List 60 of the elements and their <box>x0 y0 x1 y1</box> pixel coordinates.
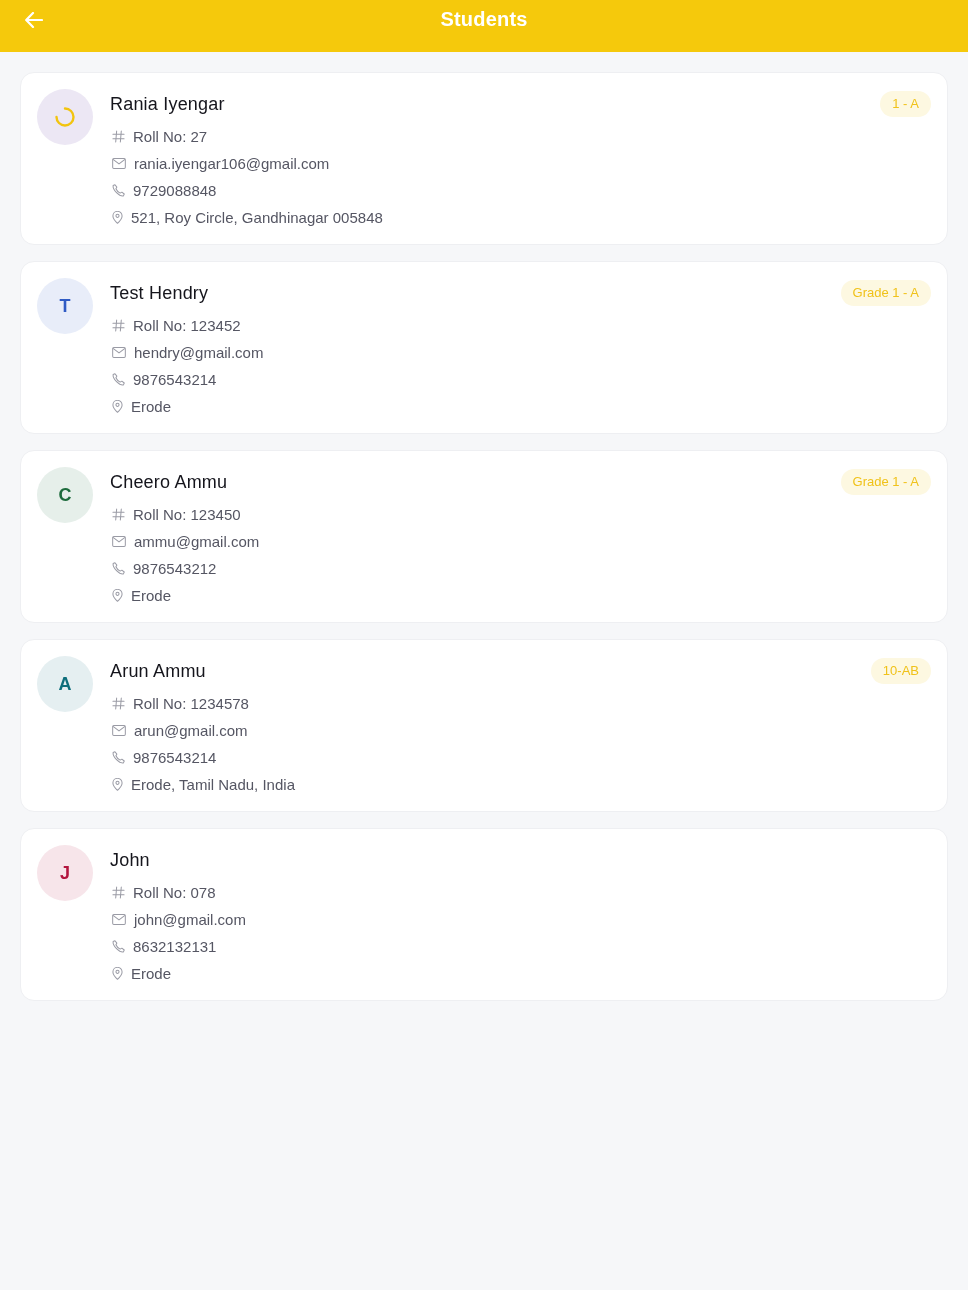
class-badge: 1 - A <box>880 91 931 117</box>
roll-number: Roll No: 123452 <box>133 315 241 336</box>
page-title: Students <box>440 7 528 31</box>
phone-number: 9876543212 <box>133 558 217 579</box>
phone-icon <box>112 373 125 386</box>
mail-icon <box>112 914 126 925</box>
address: 521, Roy Circle, Gandhinagar 005848 <box>131 207 383 228</box>
mail-icon <box>112 536 126 547</box>
avatar-initial: C <box>37 467 93 523</box>
phone-icon <box>112 562 125 575</box>
address: Erode <box>131 396 172 417</box>
email-address: arun@gmail.com <box>134 720 248 741</box>
hash-icon <box>112 319 125 332</box>
back-arrow-icon <box>25 12 43 28</box>
email-address: john@gmail.com <box>134 909 246 930</box>
phone-number: 9876543214 <box>133 747 217 768</box>
roll-number: Roll No: 27 <box>133 126 208 147</box>
avatar-initial: T <box>37 278 93 334</box>
address: Erode <box>131 585 172 606</box>
location-pin-icon <box>112 400 123 413</box>
phone-number: 9729088848 <box>133 180 217 201</box>
mail-icon <box>112 725 126 736</box>
avatar-initial: A <box>37 656 93 712</box>
hash-icon <box>112 697 125 710</box>
address: Erode, Tamil Nadu, India <box>131 774 295 795</box>
student-name: John <box>110 849 151 872</box>
location-pin-icon <box>112 967 123 980</box>
class-badge: 10-AB <box>870 658 931 684</box>
hash-icon <box>112 130 125 143</box>
email-address: ammu@gmail.com <box>134 531 260 552</box>
hash-icon <box>112 508 125 521</box>
phone-icon <box>112 184 125 197</box>
student-name: Test Hendry <box>110 282 210 305</box>
roll-number: Roll No: 078 <box>133 882 216 903</box>
phone-number: 9876543214 <box>133 369 217 390</box>
mail-icon <box>112 347 126 358</box>
hash-icon <box>112 886 125 899</box>
student-card[interactable]: J John Roll No: 078 john@gmail.com 8632132131 Erode <box>20 828 948 1001</box>
location-pin-icon <box>112 211 123 224</box>
email-address: hendry@gmail.com <box>134 342 264 363</box>
phone-icon <box>112 751 125 764</box>
student-name: Rania Iyengar <box>110 93 226 116</box>
student-card[interactable]: T Test Hendry Roll No: 123452 hendry@gmail.com 9876543214 Erode Grade 1 - A <box>20 261 948 434</box>
student-card[interactable]: Rania Iyengar Roll No: 27 rania.iyengar106@gmail.com 9729088848 521, Roy Circle, Gandhinagar 005848 1 - A <box>20 72 948 245</box>
mail-icon <box>112 158 126 169</box>
student-card[interactable]: C Cheero Ammu Roll No: 123450 ammu@gmail.com 9876543212 Erode Grade 1 - A <box>20 450 948 623</box>
email-address: rania.iyengar106@gmail.com <box>134 153 330 174</box>
phone-number: 8632132131 <box>133 936 217 957</box>
student-name: Cheero Ammu <box>110 471 229 494</box>
address: Erode <box>131 963 172 984</box>
location-pin-icon <box>112 778 123 791</box>
class-badge: Grade 1 - A <box>840 280 931 306</box>
class-badge: Grade 1 - A <box>840 469 931 495</box>
phone-icon <box>112 940 125 953</box>
student-name: Arun Ammu <box>110 660 207 683</box>
roll-number: Roll No: 1234578 <box>133 693 249 714</box>
location-pin-icon <box>112 589 123 602</box>
roll-number: Roll No: 123450 <box>133 504 241 525</box>
student-card[interactable]: A Arun Ammu Roll No: 1234578 arun@gmail.com 9876543214 Erode, Tamil Nadu, India 10-AB <box>20 639 948 812</box>
avatar-initial: J <box>37 845 93 901</box>
